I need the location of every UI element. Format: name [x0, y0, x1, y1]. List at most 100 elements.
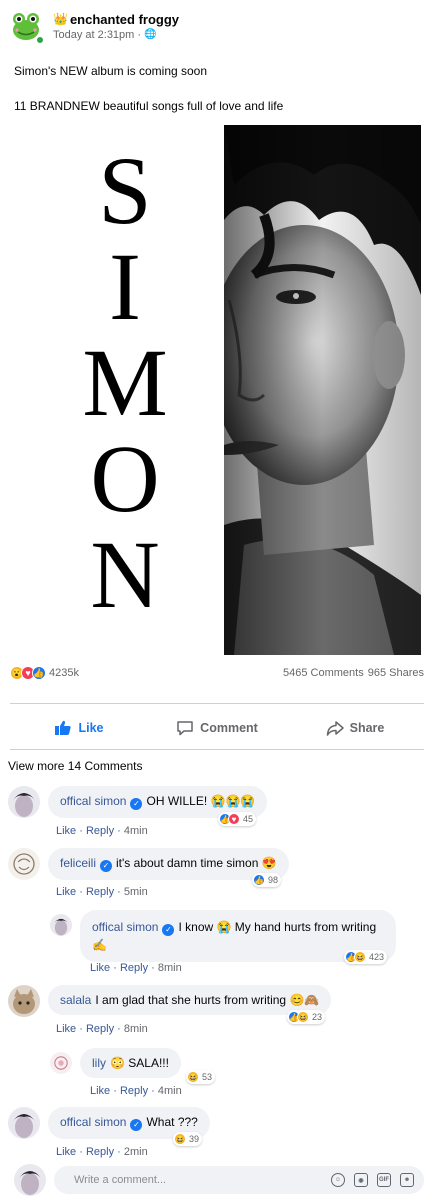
letter-n: N: [90, 521, 160, 628]
commenter-name[interactable]: salala: [60, 993, 91, 1007]
comment-reaction-count: 45: [243, 814, 254, 824]
simon-avatar-icon: [8, 786, 40, 818]
author-name[interactable]: enchanted froggy: [70, 12, 179, 27]
post-author[interactable]: 👑 enchanted froggy: [53, 12, 179, 27]
comment-reaction-count: 39: [189, 1134, 200, 1144]
comment-like-link[interactable]: Like: [56, 1146, 76, 1158]
comment-like-link[interactable]: Like: [56, 886, 76, 898]
comment-time[interactable]: 4min: [158, 1085, 182, 1097]
comment-reactions[interactable]: 👍 😆 23: [287, 1010, 326, 1024]
comment-reaction-count: 53: [202, 1072, 213, 1082]
comment-time[interactable]: 2min: [124, 1146, 148, 1158]
commenter-avatar[interactable]: [50, 1052, 72, 1074]
comment: salala I am glad that she hurts from writ…: [8, 985, 332, 1017]
emoji-icon[interactable]: ☺: [331, 1173, 345, 1187]
commenter-avatar[interactable]: [8, 848, 40, 880]
comment-reply-link[interactable]: Reply: [86, 825, 114, 837]
comment-like-link[interactable]: Like: [90, 962, 110, 974]
comment-actions: Like · Reply · 2min: [56, 1146, 148, 1158]
reaction-count[interactable]: 4235k: [49, 667, 79, 679]
author-avatar[interactable]: [8, 8, 45, 45]
globe-icon[interactable]: 🌐: [144, 29, 156, 40]
like-button[interactable]: Like: [10, 712, 148, 744]
post-image[interactable]: S I M O N: [14, 125, 421, 655]
like-button-label: Like: [78, 721, 104, 735]
simon-title-letters: S I M O N: [80, 143, 170, 623]
gif-icon[interactable]: GIF: [377, 1173, 391, 1187]
comment-reactions[interactable]: 👍 😆 423: [344, 950, 388, 964]
comment-time[interactable]: 8min: [124, 1023, 148, 1035]
comment: feliceili ✓ it's about damn time simon 😍: [8, 848, 289, 880]
cat-avatar-icon: [8, 985, 40, 1017]
haha-reaction-icon: 😆: [187, 1071, 199, 1083]
comment-reaction-count: 98: [268, 875, 279, 885]
comment-like-link[interactable]: Like: [90, 1085, 110, 1097]
comment-reaction-count: 423: [369, 952, 385, 962]
comment-text: What ???: [146, 1115, 198, 1129]
letter-o: O: [90, 425, 160, 532]
comment-bubble-icon: [177, 721, 193, 736]
comment-like-link[interactable]: Like: [56, 1023, 76, 1035]
comment-actions: Like · Reply · 8min: [90, 962, 182, 974]
write-comment-input[interactable]: [74, 1174, 331, 1186]
letter-m: M: [82, 329, 168, 436]
commenter-name[interactable]: offical simon: [92, 920, 158, 934]
commenter-name[interactable]: lily: [92, 1056, 106, 1070]
share-button[interactable]: Share: [286, 712, 424, 744]
comment-reply-link[interactable]: Reply: [86, 886, 114, 898]
verified-badge-icon: ✓: [130, 797, 143, 810]
commenter-avatar[interactable]: [8, 1107, 40, 1139]
commenter-name[interactable]: offical simon: [60, 1115, 126, 1129]
commenter-name[interactable]: offical simon: [60, 794, 126, 808]
comment-reactions[interactable]: 😆 53: [186, 1070, 216, 1084]
post-text-line-2: 11 BRANDNEW beautiful songs full of love…: [14, 99, 284, 113]
comment-text: OH WILLE! 😭😭😭: [146, 794, 256, 808]
simon-avatar-icon: [14, 1164, 46, 1196]
commenter-avatar[interactable]: [8, 786, 40, 818]
shares-count[interactable]: 965 Shares: [368, 667, 424, 679]
current-user-avatar: [14, 1164, 46, 1196]
view-more-comments[interactable]: View more 14 Comments: [8, 759, 143, 773]
love-reaction-icon: ♥: [228, 813, 240, 825]
comment-text: I am glad that she hurts from writing 😊🙈: [95, 993, 320, 1007]
camera-icon[interactable]: ◉: [354, 1173, 368, 1187]
divider-top: [10, 703, 424, 704]
comment-actions: Like · Reply · 8min: [56, 1023, 148, 1035]
post-text-line-1: Simon's NEW album is coming soon: [14, 64, 208, 78]
simon-avatar-icon: [50, 914, 72, 936]
post-actions: Like Comment Share: [10, 712, 424, 744]
comment-button[interactable]: Comment: [148, 712, 286, 744]
comment-text: it's about damn time simon 😍: [116, 856, 277, 870]
share-arrow-icon: [326, 721, 344, 736]
comment-time[interactable]: 4min: [124, 825, 148, 837]
verified-badge-icon: ✓: [130, 1118, 143, 1131]
post-meta: Today at 2:31pm · 🌐: [53, 29, 179, 41]
sticker-icon[interactable]: ☻: [400, 1173, 414, 1187]
letter-s: S: [98, 137, 152, 244]
reaction-icons[interactable]: 😮 ♥ 👍: [10, 666, 46, 680]
comment-reaction-count: 23: [312, 1012, 323, 1022]
comment-reply-link[interactable]: Reply: [120, 962, 148, 974]
thumbs-up-icon: [55, 720, 72, 735]
post-header: 👑 enchanted froggy Today at 2:31pm · 🌐: [8, 6, 179, 46]
comment-time[interactable]: 8min: [158, 962, 182, 974]
crown-icon: 👑: [53, 12, 68, 26]
comment-reactions[interactable]: 👍 ♥ 45: [218, 812, 257, 826]
comment-reply-link[interactable]: Reply: [86, 1146, 114, 1158]
comment-reply-link[interactable]: Reply: [120, 1085, 148, 1097]
haha-reaction-icon: 😆: [297, 1011, 309, 1023]
commenter-name[interactable]: feliceili: [60, 856, 96, 870]
comment-reply-link[interactable]: Reply: [86, 1023, 114, 1035]
comments-count[interactable]: 5465 Comments: [283, 667, 364, 679]
post-timestamp[interactable]: Today at 2:31pm: [53, 29, 134, 41]
comment-like-link[interactable]: Like: [56, 825, 76, 837]
verified-badge-icon: ✓: [162, 924, 175, 936]
commenter-avatar[interactable]: [50, 914, 72, 936]
comment-reactions[interactable]: 👍 98: [252, 873, 282, 887]
feliceili-avatar-icon: [8, 848, 40, 880]
commenter-avatar[interactable]: [8, 985, 40, 1017]
comment-time[interactable]: 5min: [124, 886, 148, 898]
comment-button-label: Comment: [200, 721, 258, 735]
simon-avatar-icon: [8, 1107, 40, 1139]
comment-reactions[interactable]: 😆 39: [173, 1132, 203, 1146]
